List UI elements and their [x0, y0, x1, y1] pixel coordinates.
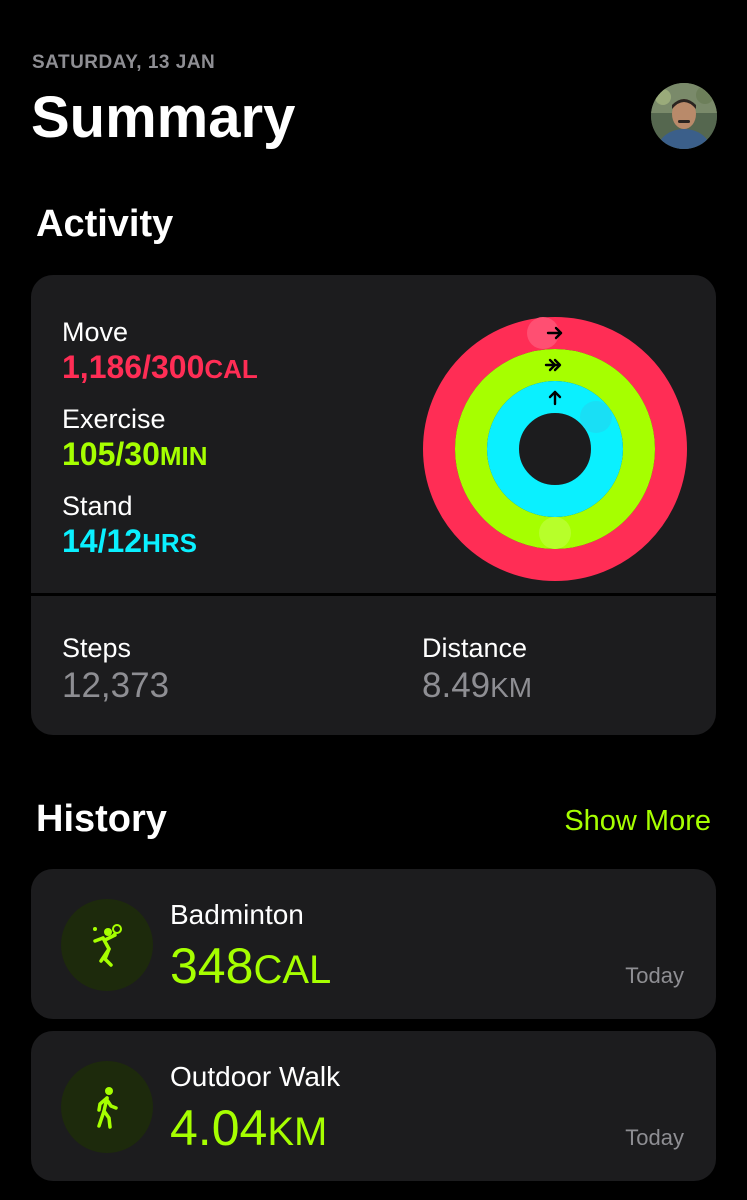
- distance-label: Distance: [422, 633, 528, 663]
- stand-unit: HRS: [142, 528, 197, 558]
- workout-date: Today: [625, 1125, 684, 1150]
- summary-screen: SATURDAY, 13 JAN Summary Activity Move 1…: [0, 0, 747, 1200]
- page-title: Summary: [31, 85, 296, 150]
- exercise-value: 105/30MIN: [62, 436, 208, 473]
- distance-unit: KM: [490, 672, 533, 703]
- exercise-ring-overlap: [539, 517, 571, 549]
- activity-section-title: Activity: [36, 203, 174, 245]
- card-divider: [31, 593, 716, 596]
- move-unit: CAL: [204, 354, 258, 384]
- workout-date: Today: [625, 963, 684, 988]
- walk-icon: [61, 1061, 153, 1153]
- workout-value: 4.04KM: [170, 1099, 327, 1157]
- workout-value: 348CAL: [170, 937, 331, 995]
- stand-value-number: 14/12: [62, 523, 143, 559]
- distance-value: 8.49KM: [422, 666, 532, 706]
- stand-label: Stand: [62, 491, 133, 521]
- date-label: SATURDAY, 13 JAN: [32, 52, 216, 73]
- avatar[interactable]: [651, 83, 717, 149]
- workout-name: Badminton: [170, 899, 304, 930]
- workout-value-number: 4.04: [170, 1100, 268, 1156]
- history-item-badminton[interactable]: Badminton 348CAL Today: [31, 869, 716, 1019]
- move-value-number: 1,186/300: [62, 349, 205, 385]
- steps-label: Steps: [62, 633, 132, 663]
- distance-value-number: 8.49: [422, 666, 491, 705]
- workout-unit: CAL: [253, 948, 332, 992]
- exercise-unit: MIN: [159, 441, 208, 471]
- history-section-title: History: [36, 798, 167, 840]
- activity-card[interactable]: Move 1,186/300CAL Exercise 105/30MIN Sta…: [31, 275, 716, 735]
- stand-ring-overlap: [580, 401, 612, 433]
- exercise-value-number: 105/30: [62, 436, 160, 472]
- move-label: Move: [62, 317, 129, 347]
- avatar-photo: [651, 83, 717, 149]
- activity-rings[interactable]: [421, 315, 689, 583]
- stand-value: 14/12HRS: [62, 523, 197, 560]
- workout-value-number: 348: [170, 938, 254, 994]
- steps-value: 12,373: [62, 666, 170, 705]
- workout-name: Outdoor Walk: [170, 1061, 341, 1092]
- move-value: 1,186/300CAL: [62, 349, 258, 386]
- show-more-link[interactable]: Show More: [564, 805, 711, 838]
- workout-unit: KM: [267, 1110, 328, 1154]
- badminton-icon: [61, 899, 153, 991]
- exercise-label: Exercise: [62, 404, 166, 434]
- history-item-outdoor-walk[interactable]: Outdoor Walk 4.04KM Today: [31, 1031, 716, 1181]
